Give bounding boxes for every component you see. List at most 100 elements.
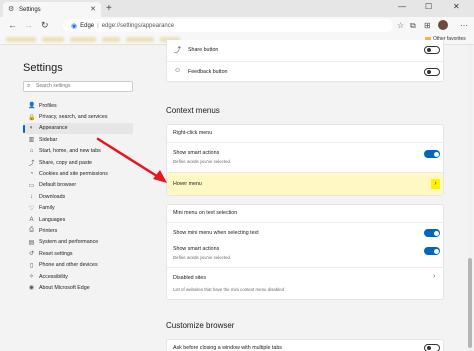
sidebar-item-label: Sidebar (39, 136, 58, 143)
toolbar-buttons-card: ⤴ Share button ☺ Feedback button (166, 40, 445, 82)
more-menu-icon[interactable]: ⋯ (460, 21, 468, 30)
divider (167, 267, 445, 268)
mini-smart-actions-toggle[interactable] (424, 247, 440, 255)
mini-smart-actions-label: Show smart actions (173, 246, 220, 252)
sidebar-item-label: Profiles (39, 102, 57, 109)
url-text: edge://settings/appearance (101, 22, 175, 29)
sidebar-nav: 👤 Profiles 🔒 Privacy, search, and services ◐… (23, 100, 133, 294)
tab-settings[interactable]: ⚙ Settings ✕ (3, 2, 101, 17)
divider (167, 222, 445, 223)
close-tab-icon[interactable]: ✕ (90, 5, 96, 13)
show-mini-menu-label: Show mini menu when selecting text (173, 230, 259, 236)
sidebar-item-start-home-and-new-tabs[interactable]: ⌂ Start, home, and new tabs (23, 146, 133, 157)
system-icon: ▤ (28, 239, 35, 246)
sidebar-item-phone-and-other-devices[interactable]: ▯ Phone and other devices (23, 259, 133, 270)
forward-icon[interactable]: → (24, 20, 33, 30)
sidebar-item-printers[interactable]: ⎙ Printers (23, 225, 133, 236)
share-button-toggle[interactable] (424, 46, 440, 54)
sidebar-item-label: Languages (39, 216, 66, 223)
sidebar-item-label: Downloads (39, 193, 66, 200)
feedback-button-label: Feedback button (188, 69, 228, 75)
hover-menu-row[interactable]: Hover menu › (167, 173, 443, 195)
disabled-sites-sub: List of websites that have the mini cont… (173, 287, 285, 292)
sidebar-item-privacy-search-and-services[interactable]: 🔒 Privacy, search, and services (23, 111, 133, 122)
hover-menu-label: Hover menu (173, 181, 202, 187)
sidebar-item-cookies-and-site-permissions[interactable]: ◔ Cookies and site permissions (23, 168, 133, 179)
home-icon: ⌂ (29, 148, 34, 155)
customize-card: Ask before closing a window with multipl… (166, 339, 444, 351)
sidebar-item-accessibility[interactable]: ✧ Accessibility (23, 271, 133, 282)
collections-icon[interactable]: ⧉ (410, 21, 416, 31)
cookie-icon: ◔ (29, 171, 34, 178)
search-icon: ⌕ (27, 83, 31, 89)
mini-menu-card: Mini menu on text selection Show mini me… (166, 204, 445, 300)
share-icon: ⤴ (174, 47, 181, 54)
blurred-favorite[interactable] (6, 37, 36, 42)
sidebar-item-label: Appearance (39, 125, 68, 132)
sidebar-item-about-microsoft-edge[interactable]: ◉ About Microsoft Edge (23, 282, 133, 293)
family-icon: ♡ (28, 205, 35, 212)
new-tab-button[interactable]: + (106, 3, 112, 14)
ask-before-closing-toggle[interactable] (424, 344, 440, 351)
sidebar-item-label: About Microsoft Edge (39, 284, 90, 291)
sidebar-item-downloads[interactable]: ↓ Downloads (23, 191, 133, 202)
sidebar-item-sidebar[interactable]: ▥ Sidebar (23, 134, 133, 145)
sidebar-item-languages[interactable]: A Languages (23, 214, 133, 225)
mini-menu-title: Mini menu on text selection (173, 210, 238, 216)
brand-label: Edge (80, 22, 95, 29)
share-button-label: Share button (188, 47, 219, 53)
maximize-button[interactable]: ☐ (425, 2, 432, 11)
back-icon[interactable]: ← (8, 20, 17, 30)
tab-title: Settings (19, 6, 41, 13)
blurred-favorite[interactable] (126, 37, 154, 42)
browser-icon: ▭ (28, 182, 35, 189)
customize-browser-heading: Customize browser (166, 321, 235, 330)
favorites-star-icon[interactable]: ☆ (397, 21, 404, 30)
ask-before-closing-label: Ask before closing a window with multipl… (173, 345, 282, 351)
feedback-button-toggle[interactable] (424, 68, 440, 76)
sidebar-icon: ▥ (28, 137, 35, 144)
scrollbar-thumb[interactable] (468, 258, 472, 348)
context-menus-heading: Context menus (166, 106, 220, 115)
lock-icon: 🔒 (28, 114, 36, 121)
refresh-icon[interactable]: ↻ (41, 20, 49, 31)
blurred-favorite[interactable] (42, 37, 64, 42)
sidebar-item-profiles[interactable]: 👤 Profiles (23, 100, 133, 111)
right-click-menu-card: Right-click menu Show smart actions Defi… (166, 124, 445, 196)
phone-icon: ▯ (29, 262, 34, 269)
sidebar-item-reset-settings[interactable]: ↺ Reset settings (23, 248, 133, 259)
sidebar-item-label: Start, home, and new tabs (39, 148, 101, 155)
sidebar-item-family[interactable]: ♡ Family (23, 203, 133, 214)
sidebar-item-label: Default browser (39, 182, 77, 189)
gear-icon: ⚙ (8, 6, 15, 13)
search-input[interactable]: ⌕ Search settings (23, 81, 133, 92)
close-window-button[interactable]: ✕ (453, 2, 460, 11)
extensions-icon[interactable]: ⊞ (424, 21, 431, 30)
sidebar-item-share-copy-and-paste[interactable]: ⤴ Share, copy and paste (23, 157, 133, 168)
feedback-icon: ☺ (174, 67, 182, 74)
address-bar[interactable]: ◉ Edge | edge://settings/appearance (63, 19, 393, 32)
blurred-favorite[interactable] (102, 37, 120, 42)
edge-icon: ◉ (28, 285, 35, 292)
minimize-button[interactable]: — (398, 2, 406, 11)
smart-actions-toggle[interactable] (424, 150, 440, 158)
sidebar-item-default-browser[interactable]: ▭ Default browser (23, 180, 133, 191)
sidebar-item-label: Share, copy and paste (39, 159, 93, 166)
mini-menu-toggle[interactable] (424, 229, 440, 237)
sidebar-item-system-and-performance[interactable]: ▤ System and performance (23, 237, 133, 248)
sidebar-item-appearance[interactable]: ◐ Appearance (23, 122, 133, 135)
disabled-sites-label: Disabled sites (173, 275, 206, 281)
blurred-favorite[interactable] (70, 37, 96, 42)
chevron-right-icon[interactable]: › (433, 273, 435, 280)
accessibility-icon: ✧ (28, 274, 35, 281)
languages-icon: A (29, 216, 34, 223)
mini-smart-actions-sub: Define words you've selected. (173, 255, 232, 260)
chevron-right-icon[interactable]: › (431, 179, 440, 189)
sidebar-item-label: Phone and other devices (39, 262, 98, 269)
sidebar-item-label: Printers (39, 227, 58, 234)
appearance-icon: ◐ (29, 125, 34, 132)
sidebar-item-label: System and performance (39, 239, 99, 246)
avatar[interactable] (438, 20, 448, 30)
search-placeholder: Search settings (36, 83, 71, 89)
tab-bar: ⚙ Settings ✕ + — ☐ ✕ (0, 0, 474, 17)
